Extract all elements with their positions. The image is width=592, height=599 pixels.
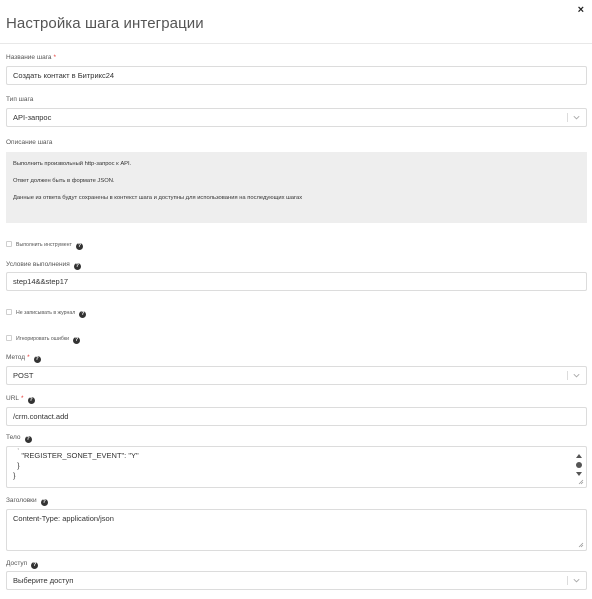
ignore-errors-label: Игнорировать ошибки <box>16 336 69 342</box>
description-box: Выполнить произвольный http-запрос к API… <box>6 152 587 223</box>
url-label: URL *? <box>6 395 35 404</box>
access-label: Доступ? <box>6 560 39 569</box>
description-label: Описание шага <box>6 139 53 146</box>
step-name-input[interactable]: Создать контакт в Битрикс24 <box>6 66 587 85</box>
question-circle-icon[interactable]: ? <box>75 243 83 250</box>
dialog-header: Настройка шага интеграции × <box>0 0 592 44</box>
headers-textarea[interactable]: Content-Type: application/json <box>6 509 587 551</box>
ignore-errors-checkbox[interactable] <box>6 335 12 341</box>
run-tool-label: Выполнить инструмент <box>16 242 72 248</box>
resize-handle-icon[interactable] <box>578 479 584 485</box>
body-label: Тело? <box>6 434 32 443</box>
body-textarea[interactable]: , "REGISTER_SONET_EVENT": "Y" } } <box>6 446 587 488</box>
dialog-title: Настройка шага интеграции <box>6 15 204 32</box>
run-tool-checkbox[interactable] <box>6 241 12 247</box>
headers-value: Content-Type: application/json <box>13 514 114 523</box>
no-log-label: Не записывать в журнал <box>16 310 76 316</box>
run-tool-option[interactable]: Выполнить инструмент? <box>6 241 83 250</box>
access-placeholder: Выберите доступ <box>13 576 74 585</box>
resize-handle-icon[interactable] <box>578 542 584 548</box>
no-log-checkbox[interactable] <box>6 309 12 315</box>
question-circle-icon[interactable]: ? <box>33 356 41 363</box>
condition-label: Условие выполнения? <box>6 261 81 270</box>
method-label: Метод *? <box>6 354 41 363</box>
select-separator <box>567 371 568 380</box>
body-line: "REGISTER_SONET_EVENT": "Y" <box>13 451 139 460</box>
question-circle-icon[interactable]: ? <box>73 263 81 270</box>
method-select[interactable]: POST <box>6 366 587 385</box>
body-line: } <box>13 471 16 480</box>
question-circle-icon[interactable]: ? <box>27 397 35 404</box>
question-circle-icon[interactable]: ? <box>73 337 80 344</box>
url-input[interactable]: /crm.contact.add <box>6 407 587 426</box>
description-line: Выполнить произвольный http-запрос к API… <box>13 161 132 167</box>
select-separator <box>567 576 568 585</box>
chevron-down-icon <box>573 115 580 120</box>
question-circle-icon[interactable]: ? <box>24 436 32 443</box>
scrollbar[interactable] <box>575 453 583 477</box>
question-circle-icon[interactable]: ? <box>40 499 48 506</box>
description-line: Ответ должен быть в формате JSON. <box>13 178 115 184</box>
condition-input[interactable]: step14&&step17 <box>6 272 587 291</box>
no-log-option[interactable]: Не записывать в журнал? <box>6 309 87 318</box>
step-type-value: API-запрос <box>13 113 52 122</box>
ignore-errors-option[interactable]: Игнорировать ошибки? <box>6 335 80 344</box>
access-select[interactable]: Выберите доступ <box>6 571 587 590</box>
select-separator <box>567 113 568 122</box>
chevron-down-icon <box>573 373 580 378</box>
headers-label: Заголовки? <box>6 497 48 506</box>
question-circle-icon[interactable]: ? <box>79 311 87 318</box>
description-line: Данные из ответа будут сохранены в конте… <box>13 195 303 201</box>
question-circle-icon[interactable]: ? <box>31 562 39 569</box>
step-type-select[interactable]: API-запрос <box>6 108 587 127</box>
step-type-label: Тип шага <box>6 96 34 103</box>
close-icon[interactable]: × <box>578 4 584 16</box>
body-line: } <box>13 461 20 470</box>
step-name-label: Название шага * <box>6 54 57 61</box>
method-value: POST <box>13 371 34 380</box>
chevron-down-icon <box>573 578 580 583</box>
